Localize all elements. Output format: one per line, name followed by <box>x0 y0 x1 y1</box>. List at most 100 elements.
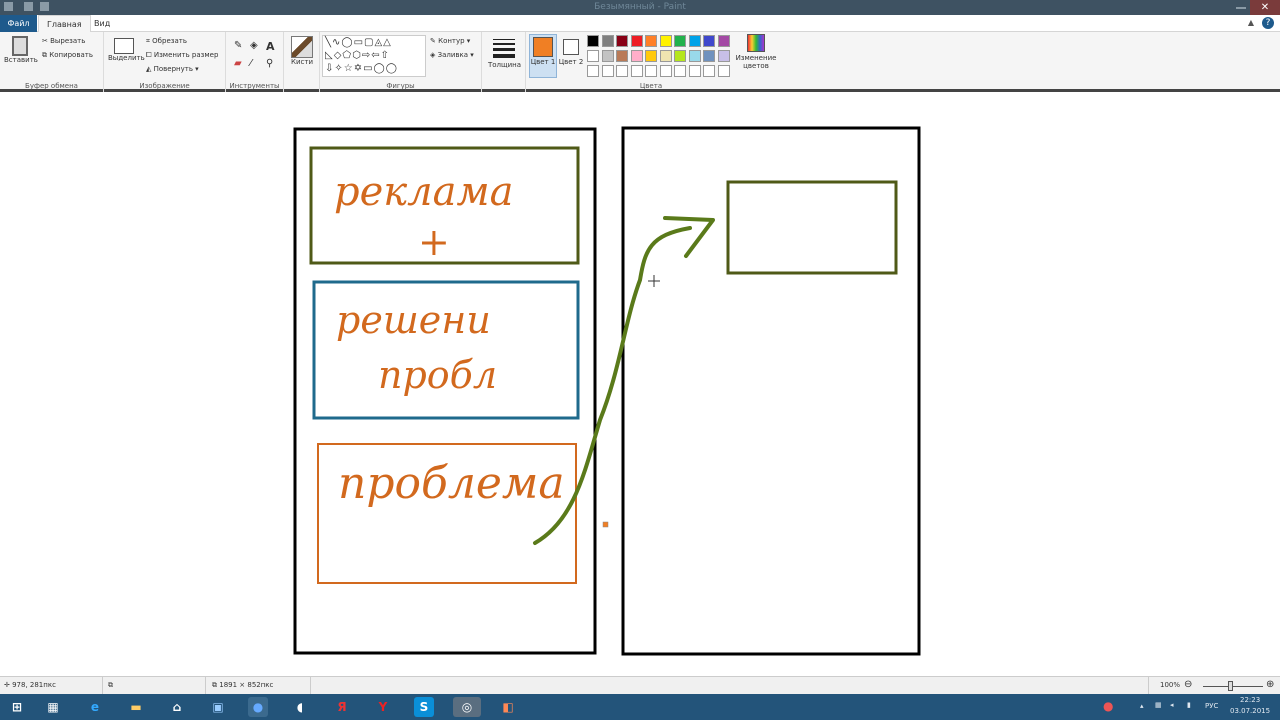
skype-icon[interactable]: S <box>414 697 434 717</box>
zoom-out-button[interactable]: ⊖ <box>1184 679 1192 690</box>
zoom-level: 100% <box>1160 681 1181 689</box>
color1-swatch <box>533 37 553 57</box>
tray-expand-icon[interactable]: ▴ <box>1140 702 1144 710</box>
shapes-gallery[interactable]: ╲∿◯▭▢◬△ ◺◇⬠⬡⇨⇦⇧ ⇩✧☆✡▭◯◯ <box>322 35 426 77</box>
palette-swatch[interactable] <box>688 50 701 62</box>
home-icon[interactable]: ⌂ <box>167 697 187 717</box>
select-button[interactable]: Выделить <box>108 38 145 62</box>
palette-swatch[interactable] <box>587 35 599 47</box>
plus-text: + <box>418 220 450 264</box>
palette-swatch[interactable] <box>674 65 686 77</box>
app-icon-6[interactable]: ● <box>248 697 268 717</box>
color-picker-icon[interactable]: ⁄ <box>250 58 252 69</box>
tab-view[interactable]: Вид <box>86 15 118 32</box>
outline-button[interactable]: ✎ Контур ▾ <box>430 37 470 45</box>
fill-icon[interactable]: ◈ <box>250 40 258 51</box>
palette-swatch[interactable] <box>630 65 643 77</box>
shapes-group-label: Фигуры <box>386 82 415 90</box>
yandex-icon[interactable]: Я <box>332 697 352 717</box>
tab-home[interactable]: Главная <box>38 15 91 32</box>
magnifier-icon[interactable]: ⚲ <box>266 58 273 69</box>
palette-swatch[interactable] <box>659 35 672 47</box>
start-icon[interactable]: ⊞ <box>7 697 27 717</box>
crop-label: Обрезать <box>152 37 187 45</box>
palette-swatch[interactable] <box>688 35 701 47</box>
copy-button[interactable]: ⧉ Копировать <box>42 51 93 60</box>
palette-swatch[interactable] <box>717 35 730 47</box>
palette-swatch[interactable] <box>674 35 686 47</box>
zoom-in-button[interactable]: ⊕ <box>1266 679 1274 690</box>
app-icon-13[interactable]: ◧ <box>498 697 518 717</box>
eraser-icon[interactable]: ▰ <box>234 58 242 69</box>
status-bar: ✛ 978, 281пкс ⧉ ⧉ 1891 × 852пкс 100% ⊖ ⊕ <box>0 676 1280 695</box>
palette-swatch[interactable] <box>674 50 686 62</box>
paint-icon[interactable]: ◎ <box>453 697 481 717</box>
resize-handle[interactable] <box>602 521 609 528</box>
palette-swatch[interactable] <box>587 65 599 77</box>
tray-app-icon[interactable]: ● <box>1103 699 1113 713</box>
brushes-button[interactable]: Кисти <box>288 36 316 66</box>
palette-swatch[interactable] <box>688 65 701 77</box>
palette-swatch[interactable] <box>645 50 657 62</box>
size-label: Толщина <box>488 61 522 69</box>
size-button[interactable]: Толщина <box>488 36 522 69</box>
palette-swatch[interactable] <box>616 35 628 47</box>
paste-button[interactable]: Вставить <box>4 36 38 64</box>
palette-swatch[interactable] <box>703 50 715 62</box>
edit-colors-button[interactable]: Изменение цветов <box>732 34 780 70</box>
collapse-ribbon-icon[interactable]: ▲ <box>1248 18 1254 27</box>
palette-swatch[interactable] <box>630 50 643 62</box>
volume-icon[interactable]: ◂ <box>1170 701 1174 709</box>
apps-icon[interactable]: ▦ <box>43 697 63 717</box>
selection-size-icon: ⧉ <box>108 681 113 689</box>
palette-swatch[interactable] <box>703 65 715 77</box>
image-group: Выделить ⌗ Обрезать ⧠ Изменить размер ◭ … <box>104 32 226 92</box>
color2-button[interactable]: Цвет 2 <box>558 34 584 66</box>
palette-swatch[interactable] <box>645 65 657 77</box>
palette-swatch[interactable] <box>601 65 614 77</box>
image-group-label: Изображение <box>139 82 190 90</box>
palette-swatch[interactable] <box>703 35 715 47</box>
clock-time[interactable]: 22:23 <box>1240 696 1260 704</box>
rotate-button[interactable]: ◭ Повернуть ▾ <box>146 65 199 73</box>
palette-swatch[interactable] <box>659 50 672 62</box>
palette-swatch[interactable] <box>717 65 730 77</box>
audio-icon[interactable]: ◖ <box>290 697 310 717</box>
cut-button[interactable]: ✂ Вырезать <box>42 37 85 45</box>
explorer-icon[interactable]: ▬ <box>126 697 146 717</box>
palette-swatch[interactable] <box>717 50 730 62</box>
crop-button[interactable]: ⌗ Обрезать <box>146 37 187 46</box>
palette-swatch[interactable] <box>601 50 614 62</box>
text-icon[interactable]: A <box>266 40 275 53</box>
ad-text: реклама <box>334 169 514 215</box>
help-icon[interactable]: ? <box>1262 17 1274 29</box>
resize-button[interactable]: ⧠ Изменить размер <box>146 51 218 60</box>
palette-swatch[interactable] <box>630 35 643 47</box>
minimize-button[interactable] <box>1236 7 1246 9</box>
clock-date[interactable]: 03.07.2015 <box>1230 707 1270 715</box>
colors-group-label: Цвета <box>639 82 663 90</box>
language-indicator[interactable]: РУС <box>1205 702 1218 710</box>
palette-swatch[interactable] <box>587 50 599 62</box>
palette-swatch[interactable] <box>601 35 614 47</box>
fill-label: Заливка ▾ <box>437 51 474 59</box>
network-icon[interactable]: ▦ <box>1155 701 1162 709</box>
fill-button[interactable]: ◈ Заливка ▾ <box>430 51 474 59</box>
cursor-position: ✛ 978, 281пкс <box>4 681 56 689</box>
app-icon-5[interactable]: ▣ <box>208 697 228 717</box>
pencil-icon[interactable]: ✎ <box>234 40 242 51</box>
color1-label: Цвет 1 <box>530 58 556 66</box>
palette-swatch[interactable] <box>659 65 672 77</box>
drawing-canvas[interactable]: реклама + решени пробл проблема <box>0 95 1280 672</box>
palette-swatch[interactable] <box>645 35 657 47</box>
palette-swatch[interactable] <box>616 50 628 62</box>
yandex-browser-icon[interactable]: Y <box>373 697 393 717</box>
zoom-slider[interactable] <box>1203 686 1263 687</box>
palette-swatch[interactable] <box>616 65 628 77</box>
ie-icon[interactable]: e <box>85 697 105 717</box>
battery-icon[interactable]: ▮ <box>1187 701 1191 709</box>
color1-button[interactable]: Цвет 1 <box>529 34 557 78</box>
tab-file[interactable]: Файл <box>0 15 37 32</box>
zoom-slider-thumb[interactable] <box>1228 681 1233 691</box>
close-button[interactable]: ✕ <box>1250 0 1280 15</box>
